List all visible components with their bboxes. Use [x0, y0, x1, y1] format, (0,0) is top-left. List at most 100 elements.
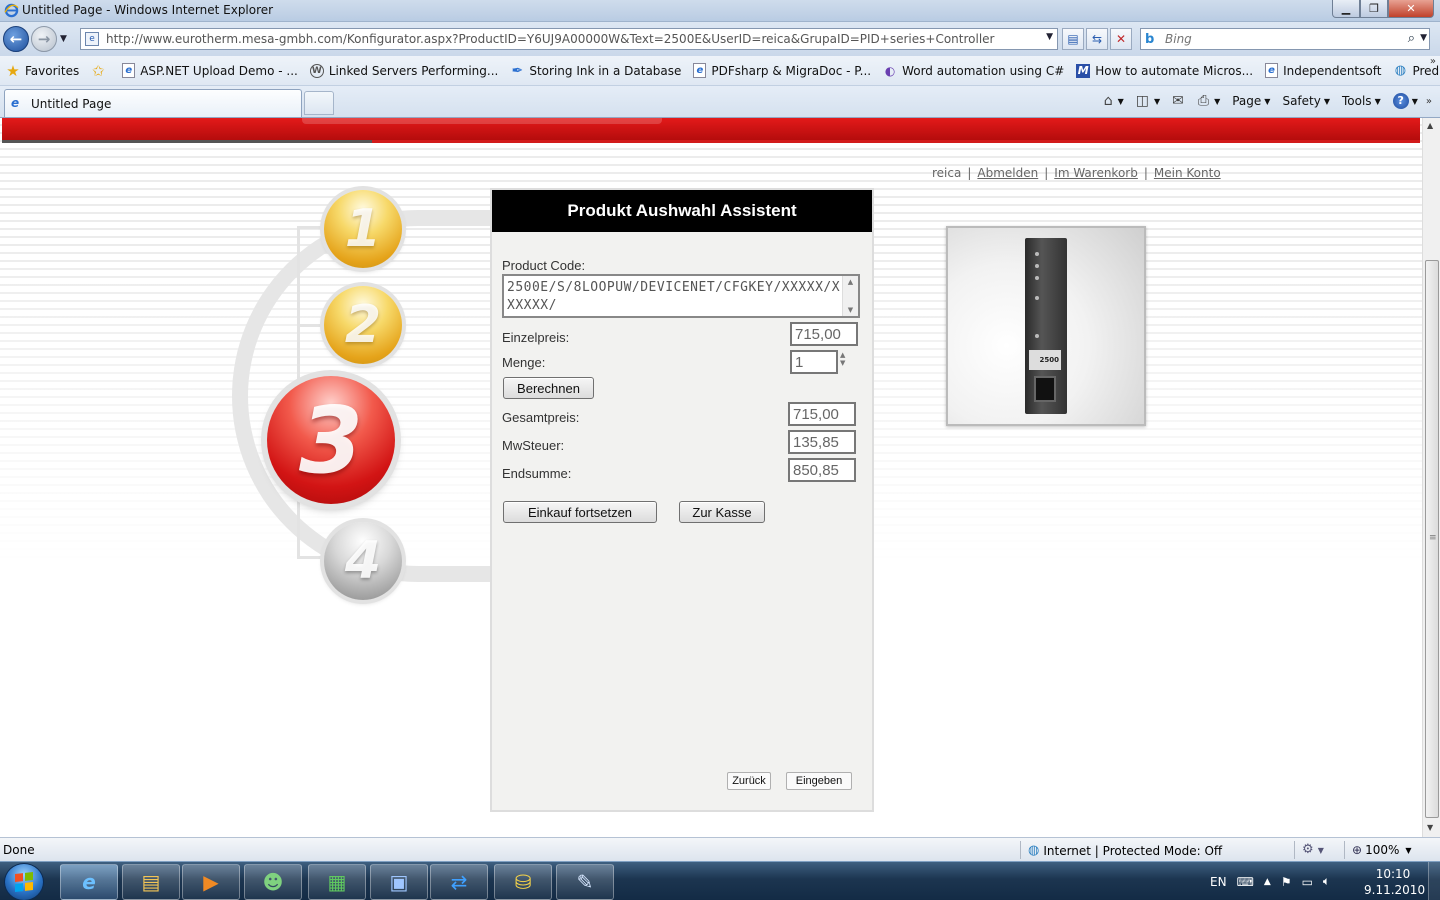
safety-menu[interactable]: Safety ▼	[1278, 92, 1334, 110]
show-desktop-button[interactable]	[1428, 862, 1440, 900]
taskbar-paint[interactable]: ✎	[556, 864, 614, 900]
refresh-button[interactable]: ⇆	[1086, 28, 1108, 50]
step-connector	[297, 226, 321, 229]
cart-link[interactable]: Im Warenkorb	[1054, 166, 1138, 180]
taskbar-explorer[interactable]: ▤	[122, 864, 180, 900]
product-code-field[interactable]: 2500E/S/8LOOPUW/DEVICENET/CFGKEY/XXXXX/X…	[502, 274, 860, 318]
favorite-link[interactable]: e Independentsoft	[1259, 58, 1387, 84]
home-icon: ⌂	[1103, 93, 1113, 109]
address-dropdown-icon[interactable]: ▼	[1046, 32, 1053, 42]
network-users-icon: ☻	[262, 870, 284, 894]
new-tab-button[interactable]	[304, 91, 334, 115]
tools-menu-label: Tools	[1342, 94, 1372, 108]
volume-icon[interactable]: 🔈︎	[1323, 874, 1330, 889]
search-dropdown-icon[interactable]: ▼	[1420, 33, 1427, 43]
windows-taskbar: e ▤ ▶ ☻ ▦ ▣ ⇄ ⛁ ✎ EN ⌨ ▲ ⚑ ▭ 🔈︎ 10:10 9.…	[0, 861, 1440, 900]
stepper-up-icon[interactable]: ▲	[840, 351, 845, 359]
forward-arrow-icon: →	[37, 30, 51, 48]
search-input[interactable]	[1165, 31, 1395, 47]
favorite-link[interactable]: W Linked Servers Performing...	[304, 58, 504, 84]
forward-button[interactable]: →	[31, 26, 57, 52]
print-button[interactable]: ⎙ ▼	[1194, 91, 1224, 111]
scroll-up-arrow-icon[interactable]: ▲	[1427, 121, 1433, 130]
scroll-up-icon[interactable]: ▲	[843, 278, 858, 286]
address-bar[interactable]: e http://www.eurotherm.mesa-gmbh.com/Kon…	[80, 28, 1058, 50]
back-button[interactable]: ←	[3, 26, 29, 52]
controller-device-image: 2500	[1025, 238, 1067, 414]
chevron-down-icon: ▼	[1153, 96, 1161, 106]
search-box[interactable]: b ⌕ ▼	[1140, 28, 1430, 50]
taskbar-internet-explorer[interactable]: e	[60, 864, 118, 900]
protected-mode-icon[interactable]: ⚙ ▼	[1302, 842, 1324, 857]
show-hidden-icons[interactable]: ▲	[1264, 877, 1271, 887]
favorite-link[interactable]: ◐ Word automation using C#	[877, 58, 1070, 84]
status-divider	[1344, 841, 1345, 859]
minimize-button[interactable]: ▁	[1332, 0, 1360, 18]
continue-shopping-button[interactable]: Einkauf fortsetzen	[503, 501, 657, 523]
favorite-link[interactable]: e ASP.NET Upload Demo - ...	[116, 58, 304, 84]
scroll-down-icon[interactable]: ▼	[843, 306, 858, 314]
security-zone[interactable]: ◍ Internet | Protected Mode: Off	[1028, 843, 1222, 858]
page-vertical-scrollbar[interactable]: ▲ ≡ ▼	[1422, 118, 1440, 837]
scrollbar-thumb[interactable]: ≡	[1425, 260, 1439, 818]
checkout-button[interactable]: Zur Kasse	[679, 501, 765, 523]
favorite-link[interactable]: e PDFsharp & MigraDoc - P...	[687, 58, 877, 84]
stepper-down-icon[interactable]: ▼	[840, 359, 845, 367]
taskbar-network-app[interactable]: ☻	[244, 864, 302, 900]
command-overflow-icon[interactable]: »	[1426, 96, 1432, 107]
remote-desktop-icon: ▣	[389, 870, 409, 894]
account-link[interactable]: Mein Konto	[1154, 166, 1221, 180]
add-favorite-icon: ✩	[91, 61, 105, 80]
product-code-value[interactable]: 2500E/S/8LOOPUW/DEVICENET/CFGKEY/XXXXX/X…	[507, 279, 841, 315]
favorites-button[interactable]: ★ Favorites	[0, 58, 85, 84]
add-to-favorites-bar-button[interactable]: ✩	[85, 58, 116, 84]
product-code-scrollbar[interactable]: ▲ ▼	[842, 276, 858, 316]
grand-total-field: 850,85	[788, 458, 856, 482]
quantity-stepper[interactable]: ▲ ▼	[840, 351, 845, 367]
rss-icon: ◫	[1135, 93, 1149, 109]
compatibility-view-button[interactable]: ▤	[1062, 28, 1084, 50]
system-tray: EN ⌨ ▲ ⚑ ▭ 🔈︎	[1210, 862, 1330, 900]
page-menu[interactable]: Page ▼	[1228, 92, 1274, 110]
zoom-control[interactable]: ⊕ 100% ▼	[1352, 843, 1412, 857]
search-icon[interactable]: ⌕	[1408, 31, 1415, 46]
favorite-link[interactable]: M How to automate Micros...	[1070, 58, 1259, 84]
product-code-label: Product Code:	[502, 258, 586, 273]
submit-button[interactable]: Eingeben	[786, 772, 852, 790]
maximize-button[interactable]: ❐	[1360, 0, 1388, 18]
clock[interactable]: 10:10 9.11.2010	[1364, 866, 1425, 898]
scrollbar-grip-icon: ≡	[1429, 533, 1437, 543]
action-center-flag-icon[interactable]: ⚑	[1281, 875, 1292, 889]
calculate-button[interactable]: Berechnen	[503, 377, 594, 399]
taskbar-media-player[interactable]: ▶	[182, 864, 240, 900]
read-mail-button[interactable]: ✉	[1168, 91, 1190, 111]
feeds-button[interactable]: ◫ ▼	[1132, 91, 1164, 111]
taskbar-excel[interactable]: ▦	[308, 864, 366, 900]
home-button[interactable]: ⌂ ▼	[1100, 91, 1128, 111]
stop-button[interactable]: ✕	[1110, 28, 1132, 50]
scroll-down-arrow-icon[interactable]: ▼	[1427, 823, 1433, 832]
address-url[interactable]: http://www.eurotherm.mesa-gmbh.com/Konfi…	[106, 32, 994, 46]
language-indicator[interactable]: EN	[1210, 875, 1227, 889]
tab-untitled-page[interactable]: e Untitled Page	[4, 89, 302, 117]
close-button[interactable]: ✕	[1388, 0, 1434, 18]
favorites-overflow-icon[interactable]: »	[1430, 56, 1436, 67]
unit-price-field[interactable]: 715,00	[790, 322, 858, 346]
taskbar-remote-desktop[interactable]: ▣	[370, 864, 428, 900]
network-icon[interactable]: ▭	[1302, 875, 1313, 889]
start-button[interactable]	[4, 863, 44, 900]
help-menu[interactable]: ? ▼	[1389, 91, 1422, 111]
recent-pages-dropdown-icon[interactable]: ▼	[60, 34, 67, 44]
favorite-link-label: ASP.NET Upload Demo - ...	[140, 63, 298, 78]
status-divider	[1294, 841, 1295, 859]
keyboard-icon[interactable]: ⌨	[1237, 875, 1254, 889]
back-button[interactable]: Zurück	[727, 772, 771, 790]
taskbar-database-tool[interactable]: ⛁	[494, 864, 552, 900]
quantity-field[interactable]: 1	[790, 350, 838, 374]
tools-menu[interactable]: Tools ▼	[1338, 92, 1385, 110]
taskbar-teamviewer[interactable]: ⇄	[430, 864, 488, 900]
database-icon: ⛁	[514, 870, 532, 894]
favorite-link[interactable]: ✒ Storing Ink in a Database	[504, 58, 687, 84]
logout-link[interactable]: Abmelden	[977, 166, 1038, 180]
tab-label: Untitled Page	[31, 97, 112, 111]
